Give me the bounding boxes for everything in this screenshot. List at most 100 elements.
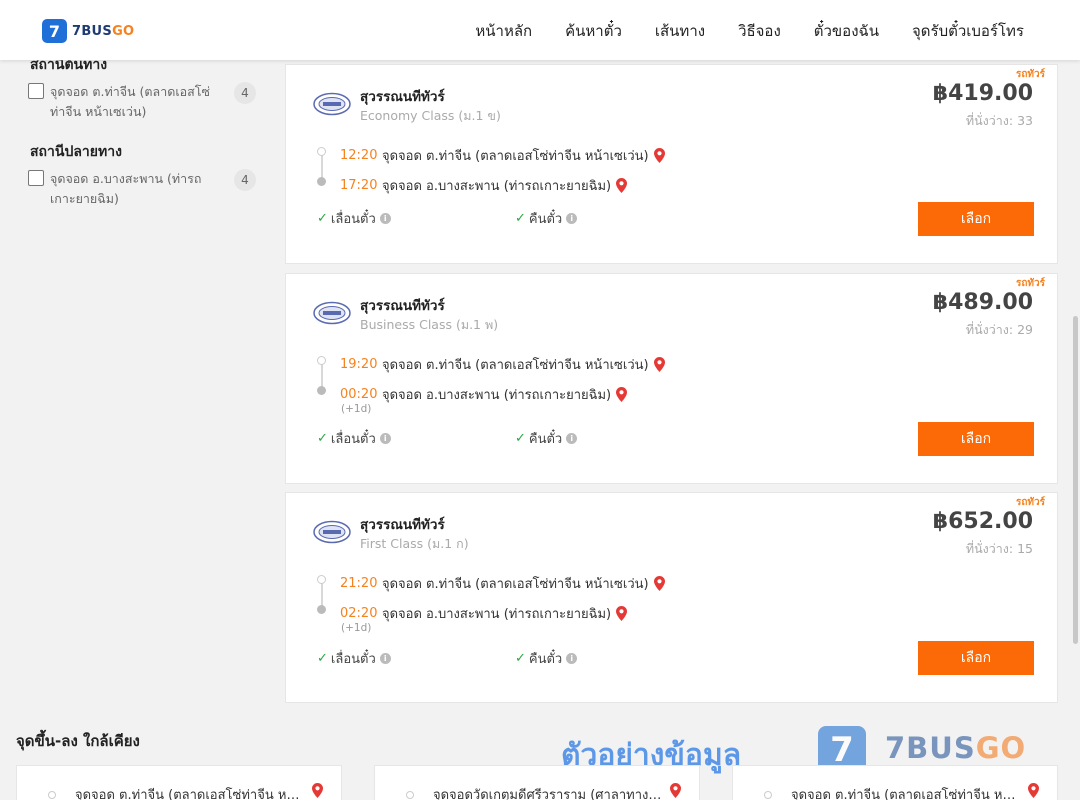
seats-available: ที่นั่งว่าง: 33 [965,113,1033,128]
nav-search-tickets[interactable]: ค้นหาตั๋ว [565,19,622,43]
nearby-stops-title: จุดขึ้น-ลง ใกล้เคียง [16,732,140,750]
logo-text: 7BUSGO [72,23,135,39]
check-icon: ✓ [515,431,526,446]
bus-type-tag: รถทัวร์ [1015,69,1045,80]
main-nav: หน้าหลัก ค้นหาตั๋ว เส้นทาง วิธีจอง ตั๋วข… [475,19,1024,43]
next-day-indicator: (+1d) [341,403,372,415]
check-icon: ✓ [515,651,526,666]
nav-how-to-book[interactable]: วิธีจอง [738,19,781,43]
check-icon: ✓ [317,211,328,226]
map-pin-icon[interactable] [653,357,665,372]
info-icon[interactable]: i [566,213,578,224]
arrival-time: 00:20 [340,387,378,402]
origin-filter-option[interactable]: จุดจอด ต.ท่าจีน (ตลาดเอสโซ่ท่าจีน หน้าเซ… [28,82,256,122]
select-trip-button[interactable]: เลือก [918,202,1034,236]
map-pin-icon[interactable] [616,387,628,402]
departure-location: จุดจอด ต.ท่าจีน (ตลาดเอสโซ่ท่าจีน หน้าเซ… [382,577,649,592]
reschedule-label: เลื่อนตั๋ว [330,432,376,447]
top-header: 7 7BUSGO หน้าหลัก ค้นหาตั๋ว เส้นทาง วิธี… [0,0,1080,60]
seat-class: Economy Class (ม.1 ข) [360,108,501,123]
departure-stop: 19:20 จุดจอด ต.ท่าจีน (ตลาดเอสโซ่ท่าจีน … [340,354,665,375]
reschedule-feature: ✓ เลื่อนตั๋ว i [317,428,391,449]
select-trip-button[interactable]: เลือก [918,641,1034,675]
stop-dot-icon [48,791,56,799]
reschedule-label: เลื่อนตั๋ว [330,652,376,667]
nav-ticket-pickup[interactable]: จุดรับตั๋วเบอร์โทร [912,19,1024,43]
operator-name: สุวรรณนทีทัวร์ [360,517,445,533]
info-icon[interactable]: i [566,653,578,664]
map-pin-icon[interactable] [653,148,665,163]
refund-label: คืนตั๋ว [528,212,563,227]
nav-home[interactable]: หน้าหลัก [475,19,532,43]
trip-card: รถทัวร์ สุวรรณนทีทัวร์ First Class (ม.1 … [285,492,1058,703]
bus-type-tag: รถทัวร์ [1015,278,1045,289]
info-icon[interactable]: i [379,433,391,444]
map-pin-icon[interactable] [312,783,323,798]
nearby-stop-label: จุดจอด ต.ท่าจีน (ตลาดเอสโซ่ท่าจีน หน้าเซ… [791,788,1021,800]
map-pin-icon[interactable] [653,576,665,591]
logo-mark-icon: 7 [42,19,67,43]
origin-filter-count: 4 [234,82,256,104]
arrival-location: จุดจอด อ.บางสะพาน (ท่ารถเกาะยายฉิม) [382,179,612,194]
arrival-location: จุดจอด อ.บางสะพาน (ท่ารถเกาะยายฉิม) [382,388,612,403]
select-trip-button[interactable]: เลือก [918,422,1034,456]
check-icon: ✓ [515,211,526,226]
stop-dot-icon [406,791,414,799]
map-pin-icon[interactable] [616,606,628,621]
seat-class: Business Class (ม.1 พ) [360,317,499,332]
destination-filter-option[interactable]: จุดจอด อ.บางสะพาน (ท่ารถเกาะยายฉิม) 4 [28,169,256,209]
map-pin-icon[interactable] [1028,783,1039,798]
ticket-price: ฿652.00 [932,509,1033,534]
refund-label: คืนตั๋ว [528,652,563,667]
departure-time: 19:20 [340,357,378,372]
check-icon: ✓ [317,431,328,446]
arrival-location: จุดจอด อ.บางสะพาน (ท่ารถเกาะยายฉิม) [382,607,612,622]
destination-checkbox[interactable] [28,170,44,186]
departure-location: จุดจอด ต.ท่าจีน (ตลาดเอสโซ่ท่าจีน หน้าเซ… [382,149,649,164]
arrival-time: 17:20 [340,178,378,193]
nearby-stop-card[interactable]: จุดจอด ต.ท่าจีน (ตลาดเอสโซ่ท่าจีน หน้าเซ… [16,765,342,800]
map-pin-icon[interactable] [616,178,628,193]
ticket-price: ฿489.00 [932,290,1033,315]
departure-dot [317,147,326,156]
operator-logo-icon [313,92,351,116]
map-pin-icon[interactable] [670,783,681,798]
trip-card: รถทัวร์ สุวรรณนทีทัวร์ Economy Class (ม.… [285,64,1058,264]
nearby-stop-card[interactable]: จุดจอด ต.ท่าจีน (ตลาดเอสโซ่ท่าจีน หน้าเซ… [732,765,1058,800]
arrival-dot [317,386,326,395]
site-logo[interactable]: 7 7BUSGO [42,19,134,43]
seat-class: First Class (ม.1 ก) [360,536,469,551]
nearby-stop-card[interactable]: จุดจอดวัดเกตุมดีศรีวราราม (ศาลาทางเข้าวั… [374,765,700,800]
destination-filter-count: 4 [234,169,256,191]
info-icon[interactable]: i [379,653,391,664]
origin-filter-label: จุดจอด ต.ท่าจีน (ตลาดเอสโซ่ท่าจีน หน้าเซ… [50,84,210,119]
nav-routes[interactable]: เส้นทาง [655,19,705,43]
operator-name: สุวรรณนทีทัวร์ [360,89,445,105]
arrival-stop: 17:20 จุดจอด อ.บางสะพาน (ท่ารถเกาะยายฉิม… [340,175,628,196]
seats-available: ที่นั่งว่าง: 29 [965,322,1033,337]
arrival-dot [317,605,326,614]
destination-filter-title: สถานีปลายทาง [30,144,122,160]
departure-dot [317,575,326,584]
departure-dot [317,356,326,365]
departure-time: 12:20 [340,148,378,163]
refund-feature: ✓ คืนตั๋ว i [515,208,578,229]
departure-stop: 21:20 จุดจอด ต.ท่าจีน (ตลาดเอสโซ่ท่าจีน … [340,573,665,594]
operator-logo-icon [313,520,351,544]
operator-logo-icon [313,301,351,325]
info-icon[interactable]: i [379,213,391,224]
nav-my-tickets[interactable]: ตั๋วของฉัน [814,19,879,43]
watermark-brand: 7BUSGO [885,731,1027,765]
destination-filter-label: จุดจอด อ.บางสะพาน (ท่ารถเกาะยายฉิม) [50,171,202,206]
departure-stop: 12:20 จุดจอด ต.ท่าจีน (ตลาดเอสโซ่ท่าจีน … [340,145,665,166]
seats-available: ที่นั่งว่าง: 15 [965,541,1033,556]
refund-label: คืนตั๋ว [528,432,563,447]
page-scrollbar[interactable] [1073,316,1078,644]
operator-name: สุวรรณนทีทัวร์ [360,298,445,314]
nearby-stop-label: จุดจอด ต.ท่าจีน (ตลาดเอสโซ่ท่าจีน หน้าเซ… [75,788,305,800]
departure-location: จุดจอด ต.ท่าจีน (ตลาดเอสโซ่ท่าจีน หน้าเซ… [382,358,649,373]
ticket-price: ฿419.00 [932,81,1033,106]
nearby-stop-label: จุดจอดวัดเกตุมดีศรีวราราม (ศาลาทางเข้าวั… [433,788,663,800]
info-icon[interactable]: i [566,433,578,444]
origin-checkbox[interactable] [28,83,44,99]
